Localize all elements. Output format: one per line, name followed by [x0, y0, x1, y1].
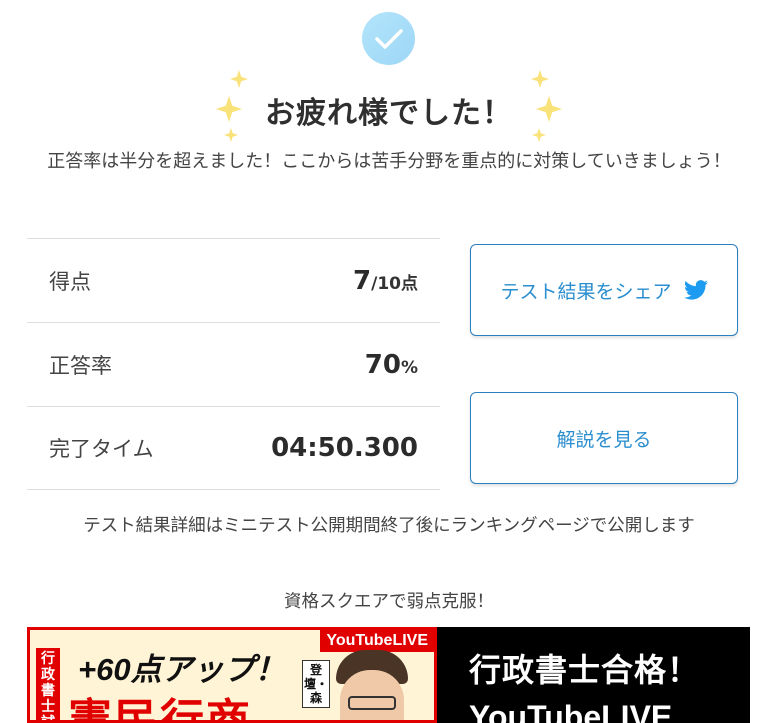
success-check-icon	[362, 12, 415, 65]
banner-catch: +60点アップ！	[78, 652, 286, 687]
stat-value: 7	[353, 265, 372, 296]
promo-banner[interactable]: YouTubeLIVE 行政書士試 +60点アップ！ 憲民行商 登壇・森 行政書…	[27, 627, 750, 723]
sparkle-icon	[230, 70, 248, 88]
banner-right-line1: 行政書士合格！	[469, 652, 701, 688]
explain-button-label: 解説を見る	[556, 428, 652, 451]
banner-speaker-tag: 登壇・森	[302, 660, 330, 708]
share-results-button[interactable]: テスト結果をシェア	[470, 244, 738, 336]
twitter-icon	[683, 280, 708, 300]
sparkle-icon	[531, 70, 549, 88]
speaker-glasses	[348, 696, 396, 710]
banner-youtube-tag: YouTubeLIVE	[320, 630, 434, 652]
share-button-label: テスト結果をシェア	[500, 280, 672, 303]
stat-row-time: 完了タイム 04:50.300	[27, 406, 440, 490]
stat-label: 正答率	[49, 353, 112, 378]
stat-value-group: 7/10点	[353, 266, 418, 296]
promo-heading: 資格スクエアで弱点克服！	[284, 592, 494, 612]
stat-value-group: 70%	[365, 350, 418, 380]
stats-table: 得点 7/10点 正答率 70% 完了タイム 04:50.300	[27, 238, 440, 490]
stat-value: 70	[364, 349, 401, 380]
stat-row-score: 得点 7/10点	[27, 238, 440, 322]
banner-big-text: 憲民行商	[68, 696, 252, 723]
ranking-note: テスト結果詳細はミニテスト公開期間終了後にランキングページで公開します	[83, 516, 695, 536]
stat-unit: %	[400, 357, 418, 378]
title-area: お疲れ様でした！	[0, 70, 778, 146]
stat-label: 得点	[49, 269, 91, 294]
banner-right-panel: 行政書士合格！ YouTubeLIVE	[437, 627, 750, 723]
result-message: 正答率は半分を超えました！ここからは苦手分野を重点的に対策していきましょう！	[47, 151, 731, 172]
page-title: お疲れ様でした！	[265, 96, 513, 131]
stat-value: 04:50.300	[271, 433, 418, 463]
stat-unit: /10点	[371, 273, 418, 294]
stat-row-accuracy: 正答率 70%	[27, 322, 440, 406]
stat-value-group: 04:50.300	[271, 433, 418, 463]
stat-label: 完了タイム	[49, 437, 154, 461]
view-explanation-button[interactable]: 解説を見る	[470, 392, 738, 484]
banner-right-line2: YouTubeLIVE	[469, 699, 673, 723]
banner-vertical-text: 行政書士試	[36, 648, 60, 720]
banner-left-panel: YouTubeLIVE 行政書士試 +60点アップ！ 憲民行商 登壇・森	[27, 627, 437, 723]
